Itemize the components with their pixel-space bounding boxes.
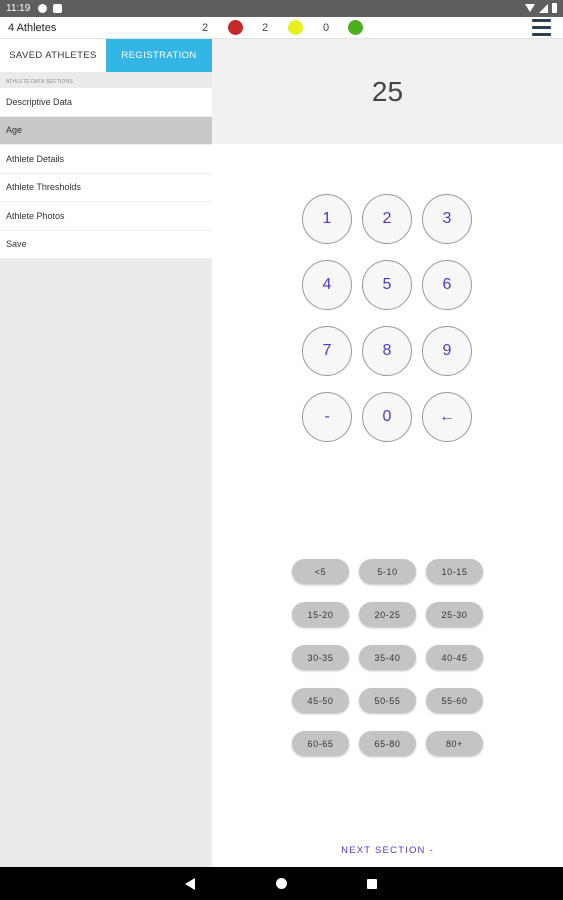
range-button[interactable]: 45-50: [292, 688, 349, 713]
range-button[interactable]: 25-30: [426, 602, 483, 627]
status-time: 11:19: [6, 3, 31, 14]
range-button[interactable]: 15-20: [292, 602, 349, 627]
status-icons: [525, 3, 557, 13]
range-button[interactable]: 30-35: [292, 645, 349, 670]
key-2[interactable]: 2: [362, 194, 412, 244]
sim-icon: [53, 4, 63, 13]
status-bar: 11:19: [0, 0, 563, 17]
system-nav-bar: [0, 867, 563, 900]
range-button[interactable]: 60-65: [292, 731, 349, 756]
age-value-display: 25: [212, 39, 563, 144]
back-icon[interactable]: [185, 878, 195, 890]
home-icon[interactable]: [276, 878, 287, 889]
signal-icon: [539, 3, 548, 13]
key-0[interactable]: 0: [362, 392, 412, 442]
range-button[interactable]: 55-60: [426, 688, 483, 713]
yellow-status-dot: [288, 20, 303, 35]
key-9[interactable]: 9: [422, 326, 472, 376]
range-button[interactable]: 10-15: [426, 559, 483, 584]
sidebar-tabs: SAVED ATHLETES REGISTRATION: [0, 39, 212, 72]
key-6[interactable]: 6: [422, 260, 472, 310]
backspace-key[interactable]: ←: [422, 392, 472, 442]
key-minus[interactable]: -: [302, 392, 352, 442]
app-header: 4 Athletes 2 2 0: [0, 17, 563, 39]
hamburger-menu-icon[interactable]: [532, 19, 551, 36]
red-count: 2: [202, 22, 209, 34]
sidebar-item-descriptive-data[interactable]: Descriptive Data: [0, 88, 212, 117]
range-button[interactable]: 65-80: [359, 731, 416, 756]
range-button[interactable]: 5-10: [359, 559, 416, 584]
main-panel: 25 1 2 3 4 5 6 7 8 9 - 0 ← <5 5-10 10-15…: [212, 39, 563, 867]
sidebar: SAVED ATHLETES REGISTRATION ATHLETE DATA…: [0, 39, 212, 867]
age-range-buttons: <5 5-10 10-15 15-20 20-25 25-30 30-35 35…: [292, 559, 483, 756]
range-button[interactable]: 50-55: [359, 688, 416, 713]
range-button[interactable]: 40-45: [426, 645, 483, 670]
section-caption: ATHLETE DATA SECTIONS: [6, 79, 73, 85]
wifi-icon: [525, 4, 535, 12]
next-section-button[interactable]: NEXT SECTION -: [212, 845, 563, 856]
key-4[interactable]: 4: [302, 260, 352, 310]
battery-icon: [552, 3, 557, 13]
key-1[interactable]: 1: [302, 194, 352, 244]
key-8[interactable]: 8: [362, 326, 412, 376]
sidebar-item-athlete-thresholds[interactable]: Athlete Thresholds: [0, 173, 212, 202]
green-count: 0: [323, 22, 330, 34]
range-button[interactable]: <5: [292, 559, 349, 584]
key-3[interactable]: 3: [422, 194, 472, 244]
key-5[interactable]: 5: [362, 260, 412, 310]
sidebar-item-athlete-photos[interactable]: Athlete Photos: [0, 202, 212, 231]
tab-saved-athletes[interactable]: SAVED ATHLETES: [0, 39, 106, 72]
yellow-count: 2: [262, 22, 269, 34]
notification-icon: [38, 4, 48, 13]
red-status-dot: [228, 20, 243, 35]
range-button[interactable]: 20-25: [359, 602, 416, 627]
green-status-dot: [348, 20, 363, 35]
numeric-keypad: 1 2 3 4 5 6 7 8 9 - 0 ←: [302, 194, 472, 442]
tab-registration[interactable]: REGISTRATION: [106, 39, 212, 72]
sidebar-item-save[interactable]: Save: [0, 230, 212, 259]
range-button[interactable]: 35-40: [359, 645, 416, 670]
athlete-count: 4 Athletes: [8, 22, 57, 34]
key-7[interactable]: 7: [302, 326, 352, 376]
sidebar-item-age[interactable]: Age: [0, 116, 212, 145]
range-button[interactable]: 80+: [426, 731, 483, 756]
sidebar-item-athlete-details[interactable]: Athlete Details: [0, 145, 212, 174]
recents-icon[interactable]: [367, 879, 377, 889]
